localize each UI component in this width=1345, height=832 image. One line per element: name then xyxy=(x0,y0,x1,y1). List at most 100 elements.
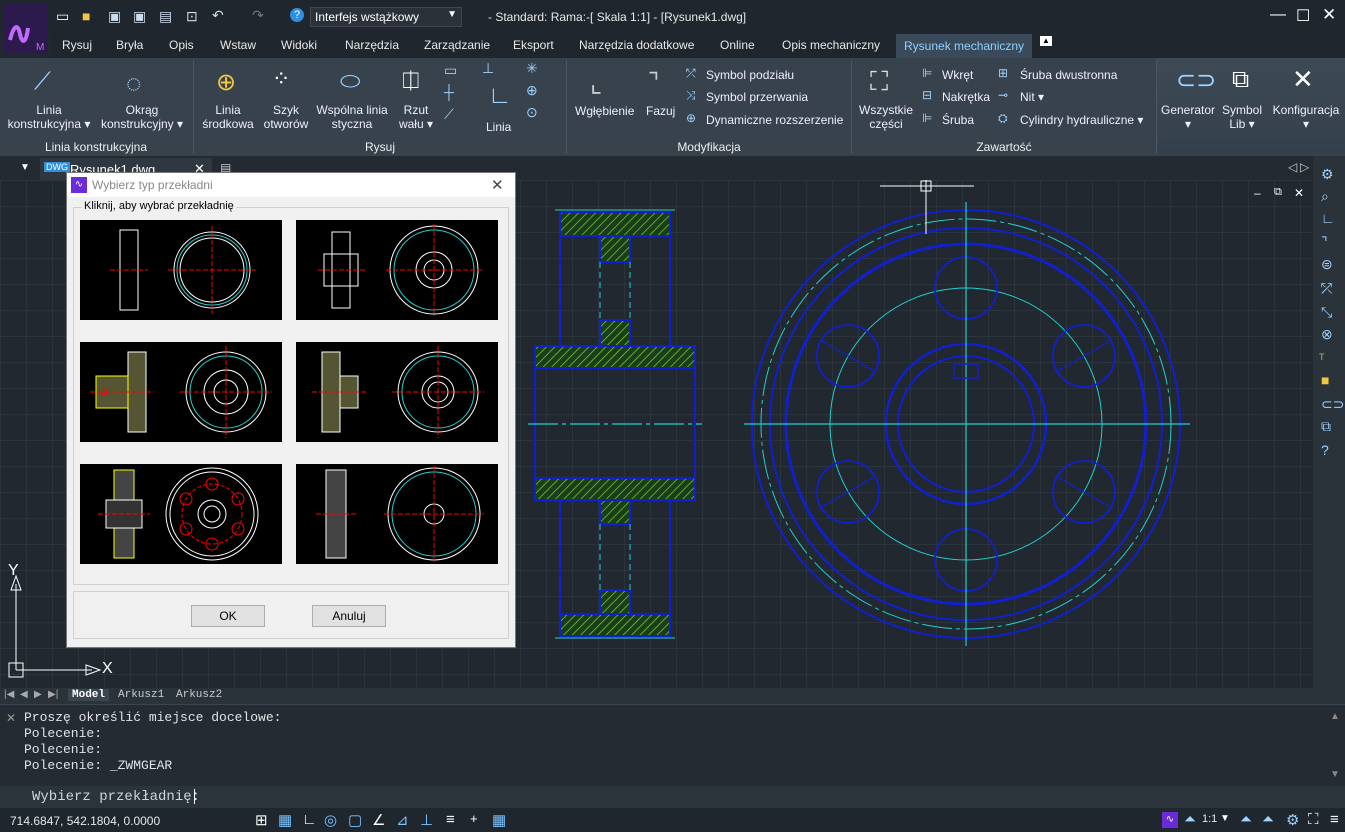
dialog-title-bar[interactable]: ∿ Wybierz typ przekładni ✕ xyxy=(67,173,515,197)
rivet-button[interactable]: Nit ▾ xyxy=(1020,90,1044,104)
workspace-select[interactable]: Interfejs wstążkowy ▼ xyxy=(310,7,462,27)
viewport-restore-icon[interactable]: ⧉ xyxy=(1274,186,1282,199)
maximize-icon[interactable]: ☐ xyxy=(1296,6,1310,26)
tab-opis[interactable]: Opis xyxy=(169,38,194,52)
toolbar-tool-4-icon[interactable]: ⌝ xyxy=(1321,234,1328,251)
annotation-visibility-icon[interactable]: ⏶ xyxy=(1240,811,1252,828)
groove-button[interactable]: Wgłębienie xyxy=(575,104,634,118)
dynamic-ucs-icon[interactable]: ⊿ xyxy=(396,811,409,829)
polar-toggle-icon[interactable]: ◎ xyxy=(324,811,337,829)
command-input[interactable]: Wybierz przekładnię: xyxy=(0,786,1345,808)
construction-circle-button[interactable]: Okrąg konstrukcyjny ▾ xyxy=(98,103,186,131)
generator-button[interactable]: Generator ▾ xyxy=(1158,103,1218,131)
customize-menu-icon[interactable]: ≡ xyxy=(1330,811,1339,828)
dialog-close-icon[interactable]: ✕ xyxy=(491,176,504,194)
print-icon[interactable]: ▤ xyxy=(159,8,172,25)
snap-toggle-icon[interactable]: ▦ xyxy=(278,811,292,829)
all-parts-button[interactable]: Wszystkie części xyxy=(856,103,916,131)
bolt-button[interactable]: Śruba xyxy=(942,113,974,127)
division-symbol-icon[interactable]: ⤱ xyxy=(686,66,696,81)
tab-rysuj[interactable]: Rysuj xyxy=(62,38,92,52)
layout-tab-arkusz1[interactable]: Arkusz1 xyxy=(118,689,164,701)
chamfer-button[interactable]: Fazuj xyxy=(646,104,675,118)
line-button-label[interactable]: Linia xyxy=(486,120,511,134)
axis-icon[interactable]: ⊥ xyxy=(482,60,494,77)
layout-nav-prev-icon[interactable]: ◀ xyxy=(20,689,28,700)
scale-readout[interactable]: 1:1 xyxy=(1202,813,1217,825)
ortho-toggle-icon[interactable]: ∟ xyxy=(302,811,317,828)
toolbar-tool-8-icon[interactable]: ⊗ xyxy=(1321,326,1333,343)
layout-nav-first-icon[interactable]: |◀ xyxy=(4,689,14,700)
tabs-menu-icon[interactable]: ▼ xyxy=(20,162,30,173)
all-parts-icon[interactable]: ⛶ xyxy=(870,66,888,98)
gear-option-5[interactable] xyxy=(80,464,282,564)
toolbar-help-icon[interactable]: ? xyxy=(1321,442,1329,458)
hole-pattern-button[interactable]: Szyk otworów xyxy=(260,103,312,131)
break-symbol-button[interactable]: Symbol przerwania xyxy=(706,90,808,104)
undo-icon[interactable]: ↶ xyxy=(212,7,224,24)
toolbar-tool-11-icon[interactable]: ⊂⊃ xyxy=(1321,396,1344,413)
annotation-autoscale-icon[interactable]: ⏶ xyxy=(1262,811,1274,828)
dynamic-input-icon[interactable]: ⊥ xyxy=(420,811,433,829)
tab-rysunek-mechaniczny[interactable]: Rysunek mechaniczny xyxy=(896,34,1033,58)
toolbar-tool-2-icon[interactable]: ⌕ xyxy=(1321,188,1329,205)
snowflake-icon[interactable]: ✳ xyxy=(526,60,538,77)
dynamic-extend-icon[interactable]: ⊕ xyxy=(686,111,696,125)
tab-wstaw[interactable]: Wstaw xyxy=(220,38,256,52)
tab-narzedzia-dodatkowe[interactable]: Narzędzia dodatkowe xyxy=(579,38,694,52)
lineweight-icon[interactable]: ≡ xyxy=(446,811,455,828)
toolbar-text-icon[interactable]: T xyxy=(1319,352,1325,362)
centerline-button[interactable]: Linia środkowa xyxy=(198,103,258,131)
stud-button[interactable]: Śruba dwustronna xyxy=(1020,68,1117,82)
annotation-icon[interactable]: ⏶ xyxy=(1184,811,1196,828)
grid-toggle-icon[interactable]: ⊞ xyxy=(255,811,268,829)
construction-line-icon[interactable]: ⟋ xyxy=(34,68,51,96)
bolt-icon[interactable]: ⊫ xyxy=(922,111,932,125)
screw-button[interactable]: Wkręt xyxy=(942,68,973,82)
layout-tab-arkusz2[interactable]: Arkusz2 xyxy=(176,689,222,701)
crosshair-icon[interactable]: ┼ xyxy=(444,84,454,100)
save-icon[interactable]: ▣ xyxy=(108,8,121,25)
screw-icon[interactable]: ⊫ xyxy=(922,66,932,80)
save-as-icon[interactable]: ▣ xyxy=(133,8,146,25)
configuration-button[interactable]: Konfiguracja ▾ xyxy=(1268,103,1344,131)
otrack-toggle-icon[interactable]: ∠ xyxy=(372,811,385,829)
toolbar-tool-3-icon[interactable]: ∟ xyxy=(1321,210,1335,226)
toolbar-tool-5-icon[interactable]: ⊜ xyxy=(1321,256,1333,273)
layout-nav-last-icon[interactable]: ▶| xyxy=(48,689,58,700)
construction-line-button[interactable]: Linia konstrukcyjna ▾ xyxy=(6,103,92,131)
toolbar-tool-6-icon[interactable]: ⤱ xyxy=(1321,280,1332,297)
toolbar-tool-12-icon[interactable]: ⧉ xyxy=(1321,418,1331,435)
app-status-icon[interactable]: ∿ xyxy=(1162,812,1178,828)
tab-bryla[interactable]: Bryła xyxy=(116,38,143,52)
tools-icon[interactable]: ✕ xyxy=(1292,64,1314,95)
stud-icon[interactable]: ⊞ xyxy=(998,66,1008,80)
command-scroll-down-icon[interactable]: ▼ xyxy=(1330,769,1340,780)
centerline-icon[interactable]: ⊕ xyxy=(216,68,236,97)
circle-dot-icon[interactable]: ⊙ xyxy=(526,104,538,121)
tab-zarzadzanie[interactable]: Zarządzanie xyxy=(424,38,490,52)
toolbar-tool-1-icon[interactable]: ⚙ xyxy=(1321,166,1334,183)
app-logo-icon[interactable]: M xyxy=(4,4,48,54)
viewport-minimize-icon[interactable]: – xyxy=(1254,186,1261,200)
tangent-line-button[interactable]: Wspólna linia styczna xyxy=(312,103,392,131)
redo-icon[interactable]: ↷ xyxy=(252,7,264,24)
tangent-line-icon[interactable]: ⬭ xyxy=(340,68,361,96)
symbol-lib-icon[interactable]: ⧉ xyxy=(1232,66,1249,94)
tab-scroll-right-icon[interactable]: ▷ xyxy=(1300,160,1309,174)
gear-option-6[interactable] xyxy=(296,464,498,564)
ribbon-toggle-icon[interactable]: ▲ xyxy=(1040,36,1052,46)
construction-circle-icon[interactable]: ◌ xyxy=(126,68,141,99)
gear-option-4[interactable] xyxy=(296,342,498,442)
toolbar-tool-7-icon[interactable]: ⤡ xyxy=(1321,304,1332,321)
groove-icon[interactable]: ⌞ xyxy=(590,68,602,99)
close-icon[interactable]: ✕ xyxy=(1322,5,1336,25)
gear-option-2[interactable] xyxy=(296,220,498,320)
diagonal-icon[interactable]: ⟋ xyxy=(444,106,454,123)
osnap-toggle-icon[interactable]: ▢ xyxy=(348,811,362,829)
command-close-icon[interactable]: ✕ xyxy=(6,711,16,725)
generator-icon[interactable]: ⊂⊃ xyxy=(1176,66,1216,95)
quick-properties-icon[interactable]: ▦ xyxy=(492,811,506,829)
minimize-icon[interactable]: — xyxy=(1270,6,1286,24)
command-scroll-up-icon[interactable]: ▲ xyxy=(1330,711,1340,722)
